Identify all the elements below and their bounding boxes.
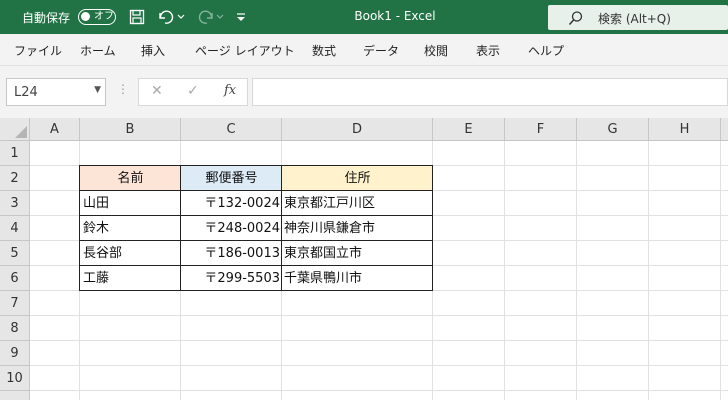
insert-function-button[interactable]: fx bbox=[224, 83, 236, 98]
cancel-icon[interactable]: ✕ bbox=[151, 83, 163, 99]
gridline bbox=[720, 141, 721, 400]
autosave-state: オフ bbox=[94, 11, 114, 22]
window-title: Book1 - Excel bbox=[354, 9, 436, 23]
row-header-1[interactable]: 1 bbox=[0, 141, 30, 166]
column-header-g[interactable]: G bbox=[577, 118, 649, 141]
autosave-label: 自動保存 bbox=[22, 11, 71, 25]
row-header-partial bbox=[0, 391, 30, 400]
formula-bar: L24 ▼ ⋮ ✕ ✓ fx bbox=[0, 66, 728, 118]
save-icon[interactable] bbox=[128, 8, 146, 26]
name-box-value: L24 bbox=[14, 85, 38, 100]
autosave-toggle[interactable]: オフ bbox=[78, 9, 116, 25]
tab-insert[interactable]: 挿入 bbox=[141, 42, 165, 59]
row-header-2[interactable]: 2 bbox=[0, 166, 30, 191]
column-header-partial bbox=[721, 118, 728, 141]
tab-review[interactable]: 校閲 bbox=[424, 42, 448, 59]
spreadsheet-grid[interactable]: A B C D E F G H 1 2 3 4 5 6 7 8 9 10 名前 … bbox=[0, 118, 728, 400]
column-header-e[interactable]: E bbox=[433, 118, 505, 141]
gridline bbox=[576, 141, 577, 400]
column-header-a[interactable]: A bbox=[30, 118, 80, 141]
select-all-button[interactable] bbox=[0, 118, 30, 141]
table-border bbox=[79, 265, 433, 266]
tab-view[interactable]: 表示 bbox=[476, 42, 500, 59]
customize-toolbar-icon[interactable] bbox=[234, 8, 248, 26]
table-border bbox=[79, 190, 433, 191]
row-header-3[interactable]: 3 bbox=[0, 191, 30, 216]
tab-formulas[interactable]: 数式 bbox=[312, 42, 336, 59]
search-placeholder: 検索 (Alt+Q) bbox=[598, 12, 671, 26]
column-header-c[interactable]: C bbox=[181, 118, 282, 141]
search-icon bbox=[568, 10, 584, 30]
column-header-f[interactable]: F bbox=[505, 118, 577, 141]
chevron-down-icon[interactable]: ▼ bbox=[94, 85, 101, 95]
column-header-h[interactable]: H bbox=[649, 118, 721, 141]
ribbon-tabs: ファイル ホーム 挿入 ページ レイアウト 数式 データ 校閲 表示 ヘルプ bbox=[0, 34, 728, 66]
row-header-5[interactable]: 5 bbox=[0, 241, 30, 266]
row-header-10[interactable]: 10 bbox=[0, 366, 30, 391]
select-all-icon bbox=[15, 126, 27, 138]
row-header-4[interactable]: 4 bbox=[0, 216, 30, 241]
table-border bbox=[79, 215, 433, 216]
column-header-d[interactable]: D bbox=[282, 118, 433, 141]
row-header-9[interactable]: 9 bbox=[0, 341, 30, 366]
formula-tools: ✕ ✓ fx bbox=[138, 78, 248, 106]
gridline bbox=[30, 340, 728, 341]
row-header-7[interactable]: 7 bbox=[0, 291, 30, 316]
more-options-icon[interactable]: ⋮ bbox=[117, 82, 129, 96]
gridline bbox=[30, 390, 728, 391]
tab-data[interactable]: データ bbox=[363, 42, 399, 59]
table-border bbox=[79, 165, 433, 291]
tab-help[interactable]: ヘルプ bbox=[528, 42, 564, 59]
row-header-6[interactable]: 6 bbox=[0, 266, 30, 291]
tab-file[interactable]: ファイル bbox=[14, 42, 62, 59]
gridline bbox=[504, 141, 505, 400]
search-box[interactable]: 検索 (Alt+Q) bbox=[548, 5, 728, 30]
undo-icon[interactable] bbox=[156, 8, 186, 26]
table-border bbox=[180, 165, 181, 291]
formula-input[interactable] bbox=[252, 78, 728, 106]
toggle-knob bbox=[81, 12, 90, 21]
title-bar: 自動保存 オフ Book1 - Excel 検索 (Alt+Q) bbox=[0, 0, 728, 34]
tab-home[interactable]: ホーム bbox=[80, 42, 116, 59]
gridline bbox=[30, 315, 728, 316]
table-border bbox=[281, 165, 282, 291]
row-header-8[interactable]: 8 bbox=[0, 316, 30, 341]
gridline bbox=[648, 141, 649, 400]
enter-icon[interactable]: ✓ bbox=[187, 83, 199, 99]
tab-page-layout[interactable]: ページ レイアウト bbox=[195, 42, 295, 59]
redo-icon[interactable] bbox=[196, 8, 226, 26]
table-border bbox=[79, 240, 433, 241]
column-header-b[interactable]: B bbox=[80, 118, 181, 141]
gridline bbox=[30, 365, 728, 366]
name-box[interactable]: L24 ▼ bbox=[6, 78, 106, 106]
